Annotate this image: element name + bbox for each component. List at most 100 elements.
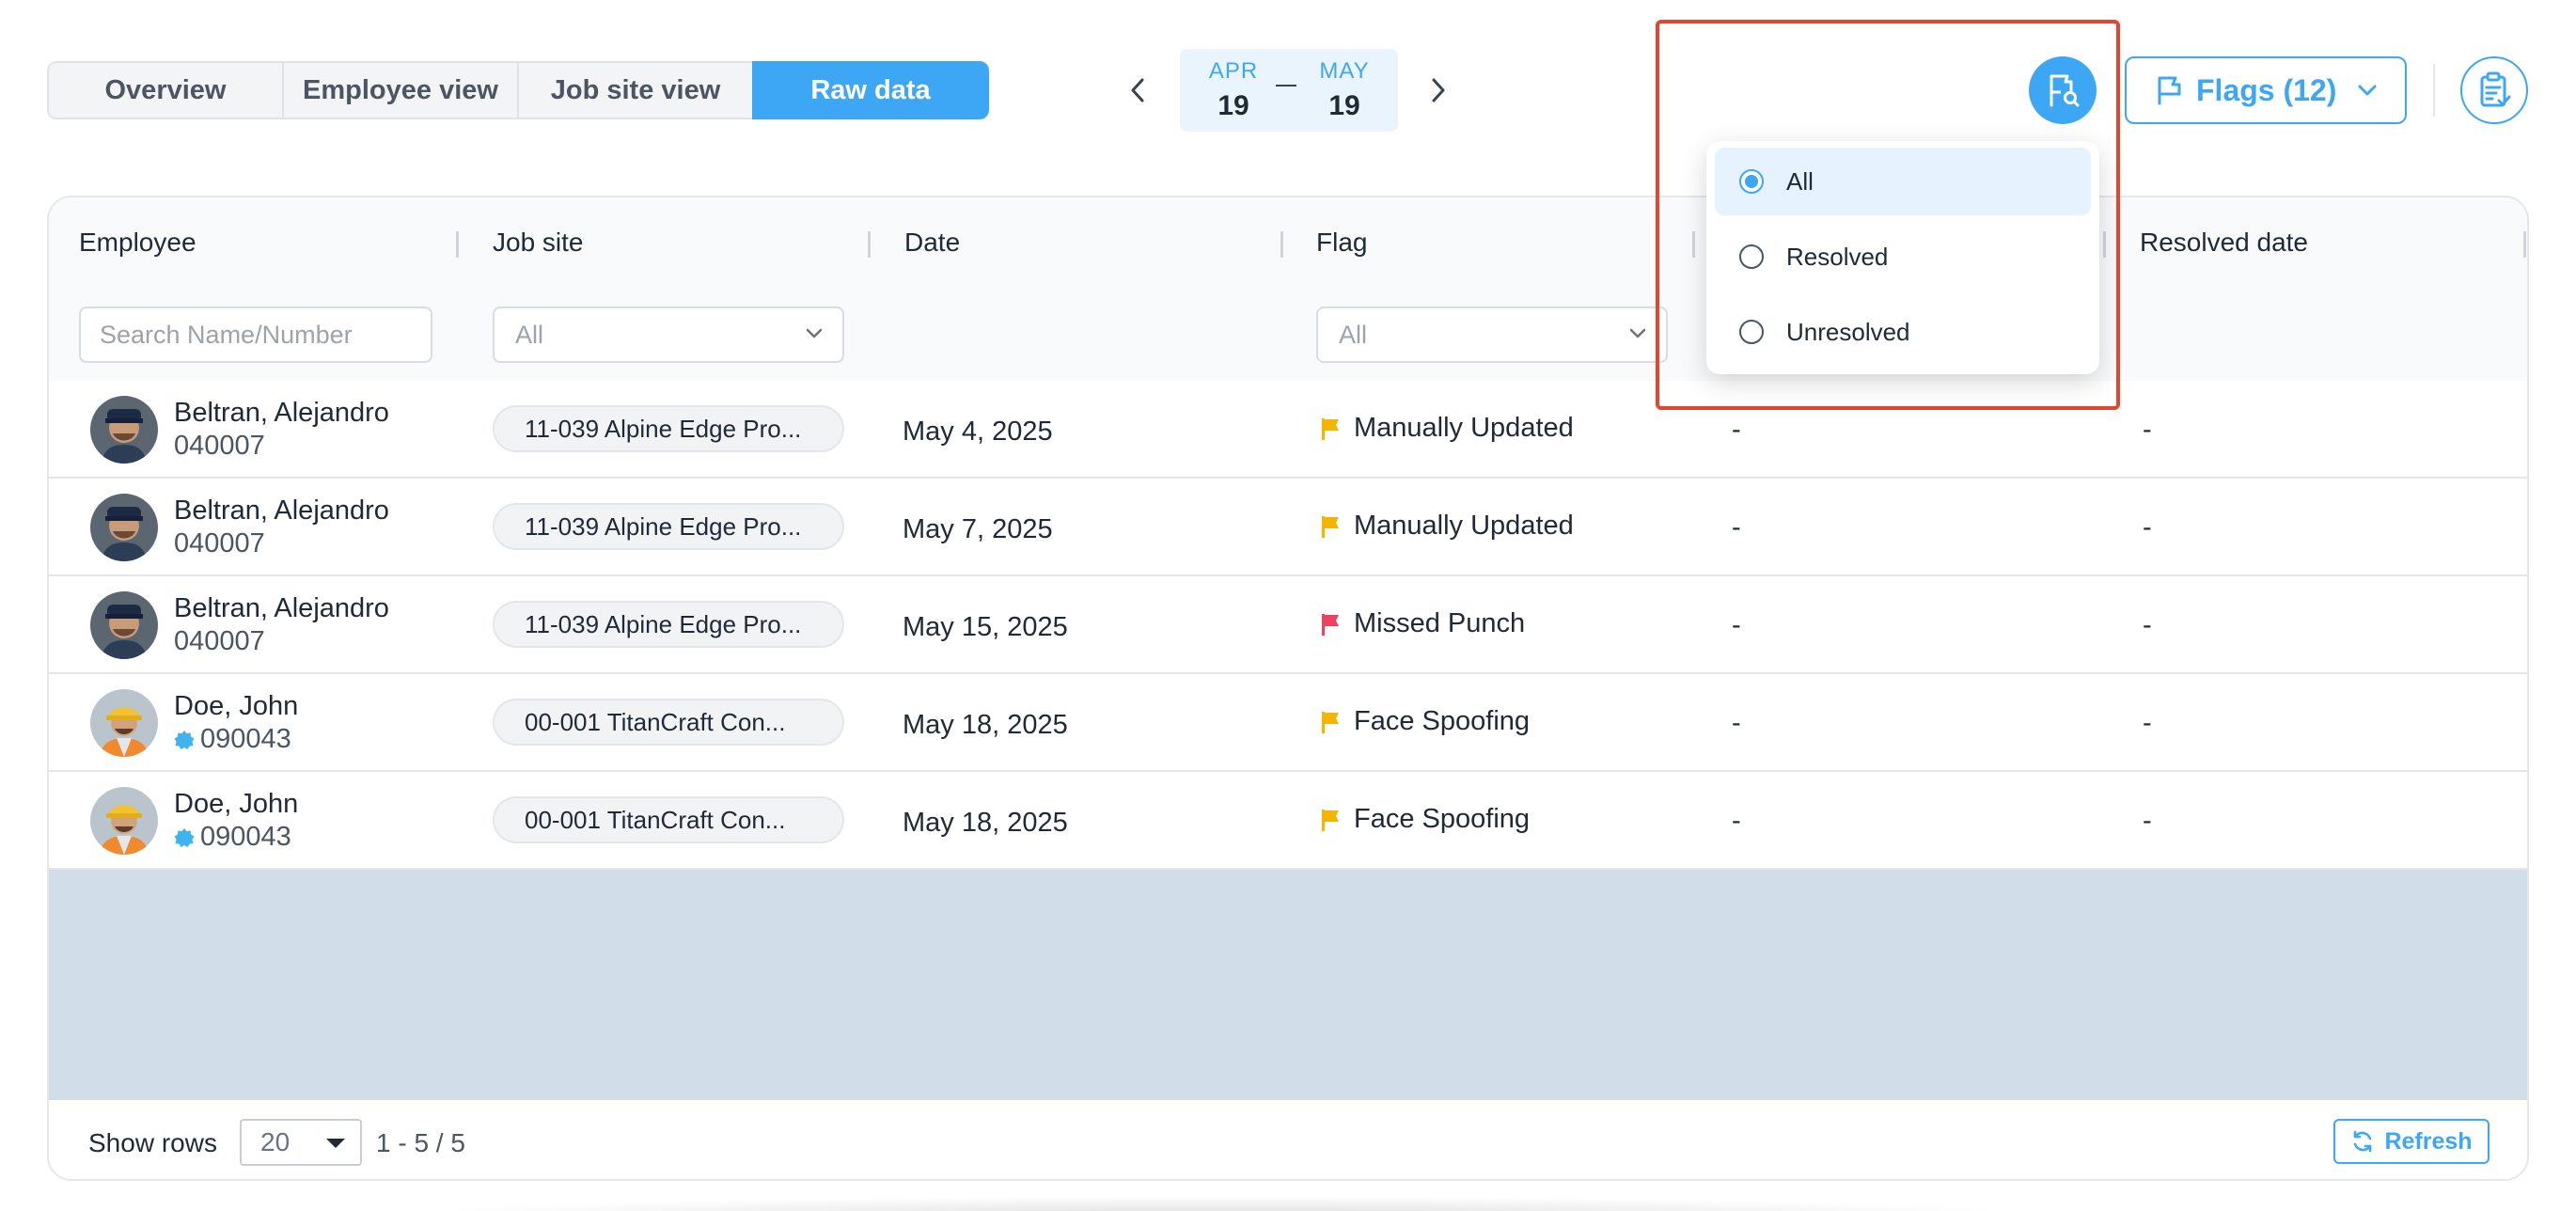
job-site-chip[interactable]: 11-039 Alpine Edge Pro... — [493, 503, 844, 550]
tab-overview[interactable]: Overview — [47, 61, 284, 119]
employee-number-value: 090043 — [200, 724, 291, 754]
job-site-chip[interactable]: 11-039 Alpine Edge Pro... — [493, 601, 844, 648]
employee-number: 090043 — [174, 822, 291, 853]
column-resize-handle[interactable] — [1692, 231, 1695, 258]
table-row[interactable]: Beltran, Alejandro 040007 11-039 Alpine Ed… — [49, 576, 2527, 674]
flag-status-filter-button[interactable] — [2029, 56, 2097, 124]
column-resize-handle[interactable] — [1280, 231, 1283, 258]
employee-number-value: 040007 — [174, 528, 265, 558]
show-rows-label: Show rows — [88, 1128, 217, 1157]
option-label: All — [1786, 166, 1814, 196]
toolbar-divider — [2433, 64, 2435, 117]
employee-number: 040007 — [174, 431, 265, 462]
flag-date: May 15, 2025 — [903, 612, 1068, 642]
refresh-label: Refresh — [2384, 1127, 2473, 1155]
avatar — [90, 689, 158, 757]
table-empty-area — [49, 870, 2527, 1100]
employee-name[interactable]: Doe, John — [174, 789, 298, 820]
flag-date: May 7, 2025 — [903, 514, 1053, 544]
flag-type: Face Spoofing — [1354, 804, 1531, 834]
flag-cell: Manually Updated — [1320, 413, 1574, 444]
radio-icon[interactable] — [1739, 320, 1764, 344]
date-range-picker[interactable]: APR 19 MAY 19 — [1180, 49, 1398, 132]
flags-count-label: Flags (12) — [2196, 72, 2337, 107]
avatar — [90, 494, 158, 561]
date-range-separator — [1276, 85, 1296, 86]
table-row[interactable]: Beltran, Alejandro 040007 11-039 Alpine Ed… — [49, 479, 2527, 576]
employee-name[interactable]: Beltran, Alejandro — [174, 593, 389, 624]
employee-search-input[interactable] — [79, 307, 432, 363]
flag-filter-select[interactable]: All — [1316, 307, 1668, 363]
refresh-button[interactable]: Refresh — [2333, 1119, 2490, 1164]
refresh-icon — [2354, 1130, 2372, 1153]
option-all[interactable]: All — [1715, 148, 2091, 215]
tab-job-site-view[interactable]: Job site view — [517, 61, 754, 119]
option-unresolved[interactable]: Unresolved — [1715, 298, 2091, 366]
rows-per-page-value: 20 — [260, 1127, 291, 1156]
radio-icon[interactable] — [1739, 244, 1764, 269]
rows-per-page-select[interactable]: 20 — [240, 1119, 362, 1166]
flag-type: Face Spoofing — [1354, 706, 1531, 736]
date-range-end: MAY 19 — [1302, 58, 1387, 122]
bottom-shadow — [404, 1196, 2040, 1211]
table-row[interactable]: Doe, John 090043 00-001 TitanCraft Con... M… — [49, 674, 2527, 772]
resolved-date-value: - — [2143, 415, 2152, 445]
end-month: MAY — [1319, 58, 1370, 84]
radio-selected-icon[interactable] — [1739, 169, 1764, 194]
option-resolved[interactable]: Resolved — [1715, 223, 2091, 291]
table-footer: Show rows 20 1 - 5 / 5 Refresh — [49, 1100, 2527, 1179]
resolved-date-value: - — [2143, 806, 2152, 836]
column-header-date[interactable]: Date — [904, 228, 960, 258]
job-site-chip[interactable]: 00-001 TitanCraft Con... — [493, 796, 844, 843]
flag-filter-value: All — [1339, 320, 1368, 349]
resolved-value: - — [1732, 415, 1741, 445]
flag-cell: Face Spoofing — [1320, 706, 1530, 737]
date-range-start: APR 19 — [1191, 58, 1276, 122]
flag-type: Manually Updated — [1354, 511, 1574, 541]
job-site-chip[interactable]: 11-039 Alpine Edge Pro... — [493, 405, 844, 452]
tab-raw-data[interactable]: Raw data — [752, 61, 989, 119]
table-row[interactable]: Doe, John 090043 00-001 TitanCraft Con... M… — [49, 772, 2527, 870]
job-site-chip[interactable]: 00-001 TitanCraft Con... — [493, 699, 844, 746]
caret-down-icon — [326, 1139, 345, 1148]
flag-icon — [1322, 711, 1339, 733]
column-resize-handle[interactable] — [868, 231, 871, 258]
resolved-date-value: - — [2143, 512, 2152, 543]
employee-name[interactable]: Doe, John — [174, 691, 298, 722]
column-resize-handle[interactable] — [456, 231, 459, 258]
resolved-value: - — [1732, 708, 1741, 738]
avatar — [90, 787, 158, 855]
column-header-job-site[interactable]: Job site — [493, 228, 584, 258]
chevron-right-icon — [1432, 78, 1445, 102]
tab-employee-view[interactable]: Employee view — [282, 61, 519, 119]
flag-type: Missed Punch — [1354, 608, 1526, 638]
employee-number: 040007 — [174, 626, 265, 657]
employee-name[interactable]: Beltran, Alejandro — [174, 495, 389, 527]
employee-number: 090043 — [174, 724, 291, 755]
option-label: Unresolved — [1786, 317, 1910, 346]
flag-search-icon — [2050, 74, 2080, 107]
flags-dropdown-button[interactable]: Flags (12) — [2125, 56, 2407, 124]
start-day: 19 — [1217, 90, 1249, 121]
report-button[interactable] — [2460, 56, 2528, 124]
column-header-flag[interactable]: Flag — [1316, 228, 1367, 258]
verified-badge-icon — [174, 730, 195, 749]
end-day: 19 — [1328, 90, 1360, 121]
column-header-resolved-date[interactable]: Resolved date — [2140, 228, 2308, 258]
flag-date: May 4, 2025 — [903, 417, 1053, 447]
employee-number-value: 040007 — [174, 431, 265, 461]
table-row[interactable]: Beltran, Alejandro 040007 11-039 Alpine Ed… — [49, 381, 2527, 479]
flag-cell: Face Spoofing — [1320, 804, 1530, 835]
view-tabs: Overview Employee view Job site view Raw… — [47, 61, 989, 119]
chevron-left-icon — [1131, 78, 1144, 102]
column-resize-handle[interactable] — [2103, 231, 2106, 258]
column-resize-handle[interactable] — [2523, 231, 2526, 258]
employee-name[interactable]: Beltran, Alejandro — [174, 398, 389, 429]
employee-number-value: 040007 — [174, 626, 265, 656]
flag-date: May 18, 2025 — [903, 808, 1068, 838]
table-header: Employee Job site Date Flag Resolved dat… — [49, 197, 2527, 381]
previous-period-button[interactable] — [1115, 68, 1160, 113]
next-period-button[interactable] — [1416, 68, 1461, 113]
column-header-employee[interactable]: Employee — [79, 228, 196, 258]
job-site-filter-select[interactable]: All — [493, 307, 844, 363]
